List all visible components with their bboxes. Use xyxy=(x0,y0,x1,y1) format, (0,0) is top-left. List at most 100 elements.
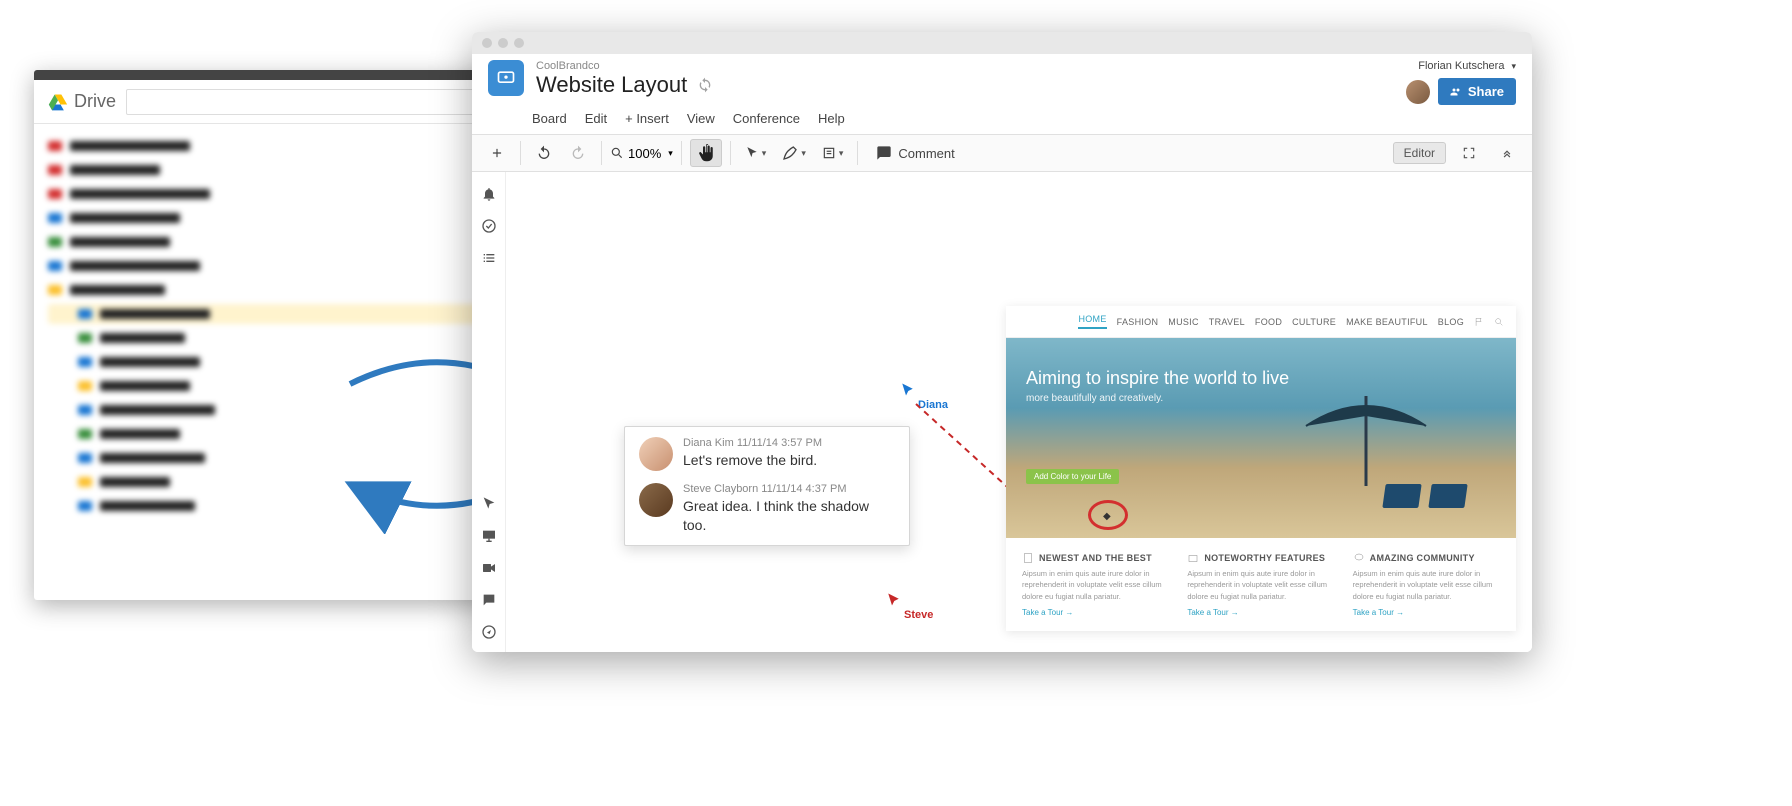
pointer-tool-button[interactable]: ▾ xyxy=(739,139,773,167)
mock-nav-item[interactable]: FASHION xyxy=(1117,317,1159,327)
hand-icon xyxy=(697,144,715,162)
app-window: CoolBrandco Website Layout Florian Kutsc… xyxy=(472,32,1532,652)
note-tool-button[interactable]: ▾ xyxy=(816,139,850,167)
drive-header: Drive xyxy=(34,80,494,124)
draw-tool-button[interactable]: ▾ xyxy=(776,139,812,167)
document-title: Website Layout xyxy=(536,72,1406,98)
drive-window: Drive xyxy=(34,70,494,600)
mock-nav-item[interactable]: MUSIC xyxy=(1168,317,1199,327)
menu-insert[interactable]: + Insert xyxy=(625,111,669,126)
comment-text: Let's remove the bird. xyxy=(683,451,895,470)
drive-search-input[interactable] xyxy=(126,89,480,115)
user-avatar[interactable] xyxy=(1406,80,1430,104)
bubble-icon xyxy=(1353,552,1365,564)
mac-titlebar xyxy=(472,32,1532,54)
search-icon xyxy=(1494,317,1504,327)
plus-icon xyxy=(490,146,504,160)
mock-nav-item[interactable]: HOME xyxy=(1078,314,1106,329)
compass-icon[interactable] xyxy=(481,624,497,640)
menu-edit[interactable]: Edit xyxy=(585,111,607,126)
left-rail xyxy=(472,172,506,652)
collaborator-cursor-steve: Steve xyxy=(886,592,933,621)
collapse-button[interactable] xyxy=(1492,139,1522,167)
redo-button[interactable] xyxy=(563,139,593,167)
mock-nav-item[interactable]: MAKE BEAUTIFUL xyxy=(1346,317,1428,327)
add-button[interactable] xyxy=(482,139,512,167)
fullscreen-icon xyxy=(1462,146,1476,160)
chat-icon[interactable] xyxy=(481,592,497,608)
app-logo-icon xyxy=(496,68,516,88)
comment-thread[interactable]: Diana Kim 11/11/14 3:57 PM Let's remove … xyxy=(624,426,910,546)
mock-nav: HOME FASHION MUSIC TRAVEL FOOD CULTURE M… xyxy=(1006,306,1516,338)
zoom-dot[interactable] xyxy=(514,38,524,48)
video-icon[interactable] xyxy=(481,560,497,576)
mock-features: NEWEST AND THE BEST Aipsum in enim quis … xyxy=(1006,538,1516,631)
pan-tool-button[interactable] xyxy=(690,139,722,167)
app-titles: CoolBrandco Website Layout xyxy=(536,60,1406,98)
mode-badge[interactable]: Editor xyxy=(1393,142,1446,164)
comment-item: Steve Clayborn 11/11/14 4:37 PM Great id… xyxy=(639,483,895,535)
drive-titlebar xyxy=(34,70,494,80)
toolbar: 100%▾ ▾ ▾ ▾ Comment Editor xyxy=(472,134,1532,172)
doc-title-text[interactable]: Website Layout xyxy=(536,72,687,98)
list-icon[interactable] xyxy=(481,250,497,266)
redo-icon xyxy=(570,145,586,161)
check-circle-icon[interactable] xyxy=(481,218,497,234)
mock-website-artboard[interactable]: HOME FASHION MUSIC TRAVEL FOOD CULTURE M… xyxy=(1006,306,1516,631)
feature-link[interactable]: Take a Tour → xyxy=(1353,608,1404,617)
bell-icon[interactable] xyxy=(481,186,497,202)
pen-icon xyxy=(782,145,798,161)
undo-button[interactable] xyxy=(529,139,559,167)
flag-icon xyxy=(1474,317,1484,327)
undo-icon xyxy=(536,145,552,161)
comment-icon xyxy=(876,145,892,161)
app-header: CoolBrandco Website Layout Florian Kutsc… xyxy=(472,54,1532,107)
mock-hero: Aiming to inspire the world to live more… xyxy=(1006,338,1516,538)
mock-nav-item[interactable]: CULTURE xyxy=(1292,317,1336,327)
menu-help[interactable]: Help xyxy=(818,111,845,126)
menu-view[interactable]: View xyxy=(687,111,715,126)
umbrella-graphic xyxy=(1286,386,1446,496)
pointer-icon xyxy=(745,146,759,160)
drive-title: Drive xyxy=(74,91,116,112)
drive-file-list xyxy=(34,124,494,528)
drive-icon xyxy=(48,92,68,112)
beach-chairs-graphic xyxy=(1384,484,1466,508)
user-menu[interactable]: Florian Kutschera▾ xyxy=(1418,60,1516,72)
project-name: CoolBrandco xyxy=(536,60,1406,72)
share-button[interactable]: Share xyxy=(1438,78,1516,105)
menu-board[interactable]: Board xyxy=(532,111,567,126)
comment-button[interactable]: Comment xyxy=(866,139,964,167)
note-icon xyxy=(822,146,836,160)
close-dot[interactable] xyxy=(482,38,492,48)
sync-status-icon xyxy=(697,77,713,93)
box-icon xyxy=(1187,552,1199,564)
comment-meta: Steve Clayborn 11/11/14 4:37 PM xyxy=(683,483,895,495)
feature-link[interactable]: Take a Tour → xyxy=(1022,608,1073,617)
mock-nav-item[interactable]: BLOG xyxy=(1438,317,1464,327)
menubar: Board Edit + Insert View Conference Help xyxy=(472,107,1532,134)
minimize-dot[interactable] xyxy=(498,38,508,48)
app-logo xyxy=(488,60,524,96)
feature-col: NEWEST AND THE BEST Aipsum in enim quis … xyxy=(1022,552,1169,617)
fullscreen-button[interactable] xyxy=(1454,139,1484,167)
comment-item: Diana Kim 11/11/14 3:57 PM Let's remove … xyxy=(639,437,895,471)
commenter-avatar xyxy=(639,437,673,471)
comment-meta: Diana Kim 11/11/14 3:57 PM xyxy=(683,437,895,449)
mock-nav-item[interactable]: FOOD xyxy=(1255,317,1282,327)
annotation-circle xyxy=(1088,500,1128,530)
present-icon[interactable] xyxy=(481,528,497,544)
hero-cta[interactable]: Add Color to your Life xyxy=(1026,469,1119,484)
workspace: Diana Diana Kim 11/11/14 3:57 PM Let's r… xyxy=(472,172,1532,652)
doc-icon xyxy=(1022,552,1034,564)
drive-logo: Drive xyxy=(48,91,116,112)
feature-link[interactable]: Take a Tour → xyxy=(1187,608,1238,617)
menu-conference[interactable]: Conference xyxy=(733,111,800,126)
zoom-icon xyxy=(610,146,624,160)
cursor-rail-icon[interactable] xyxy=(481,496,497,512)
canvas[interactable]: Diana Diana Kim 11/11/14 3:57 PM Let's r… xyxy=(506,172,1532,652)
feature-col: AMAZING COMMUNITY Aipsum in enim quis au… xyxy=(1353,552,1500,617)
mock-nav-item[interactable]: TRAVEL xyxy=(1209,317,1245,327)
chevrons-icon xyxy=(1500,146,1514,160)
zoom-control[interactable]: 100%▾ xyxy=(610,146,673,161)
